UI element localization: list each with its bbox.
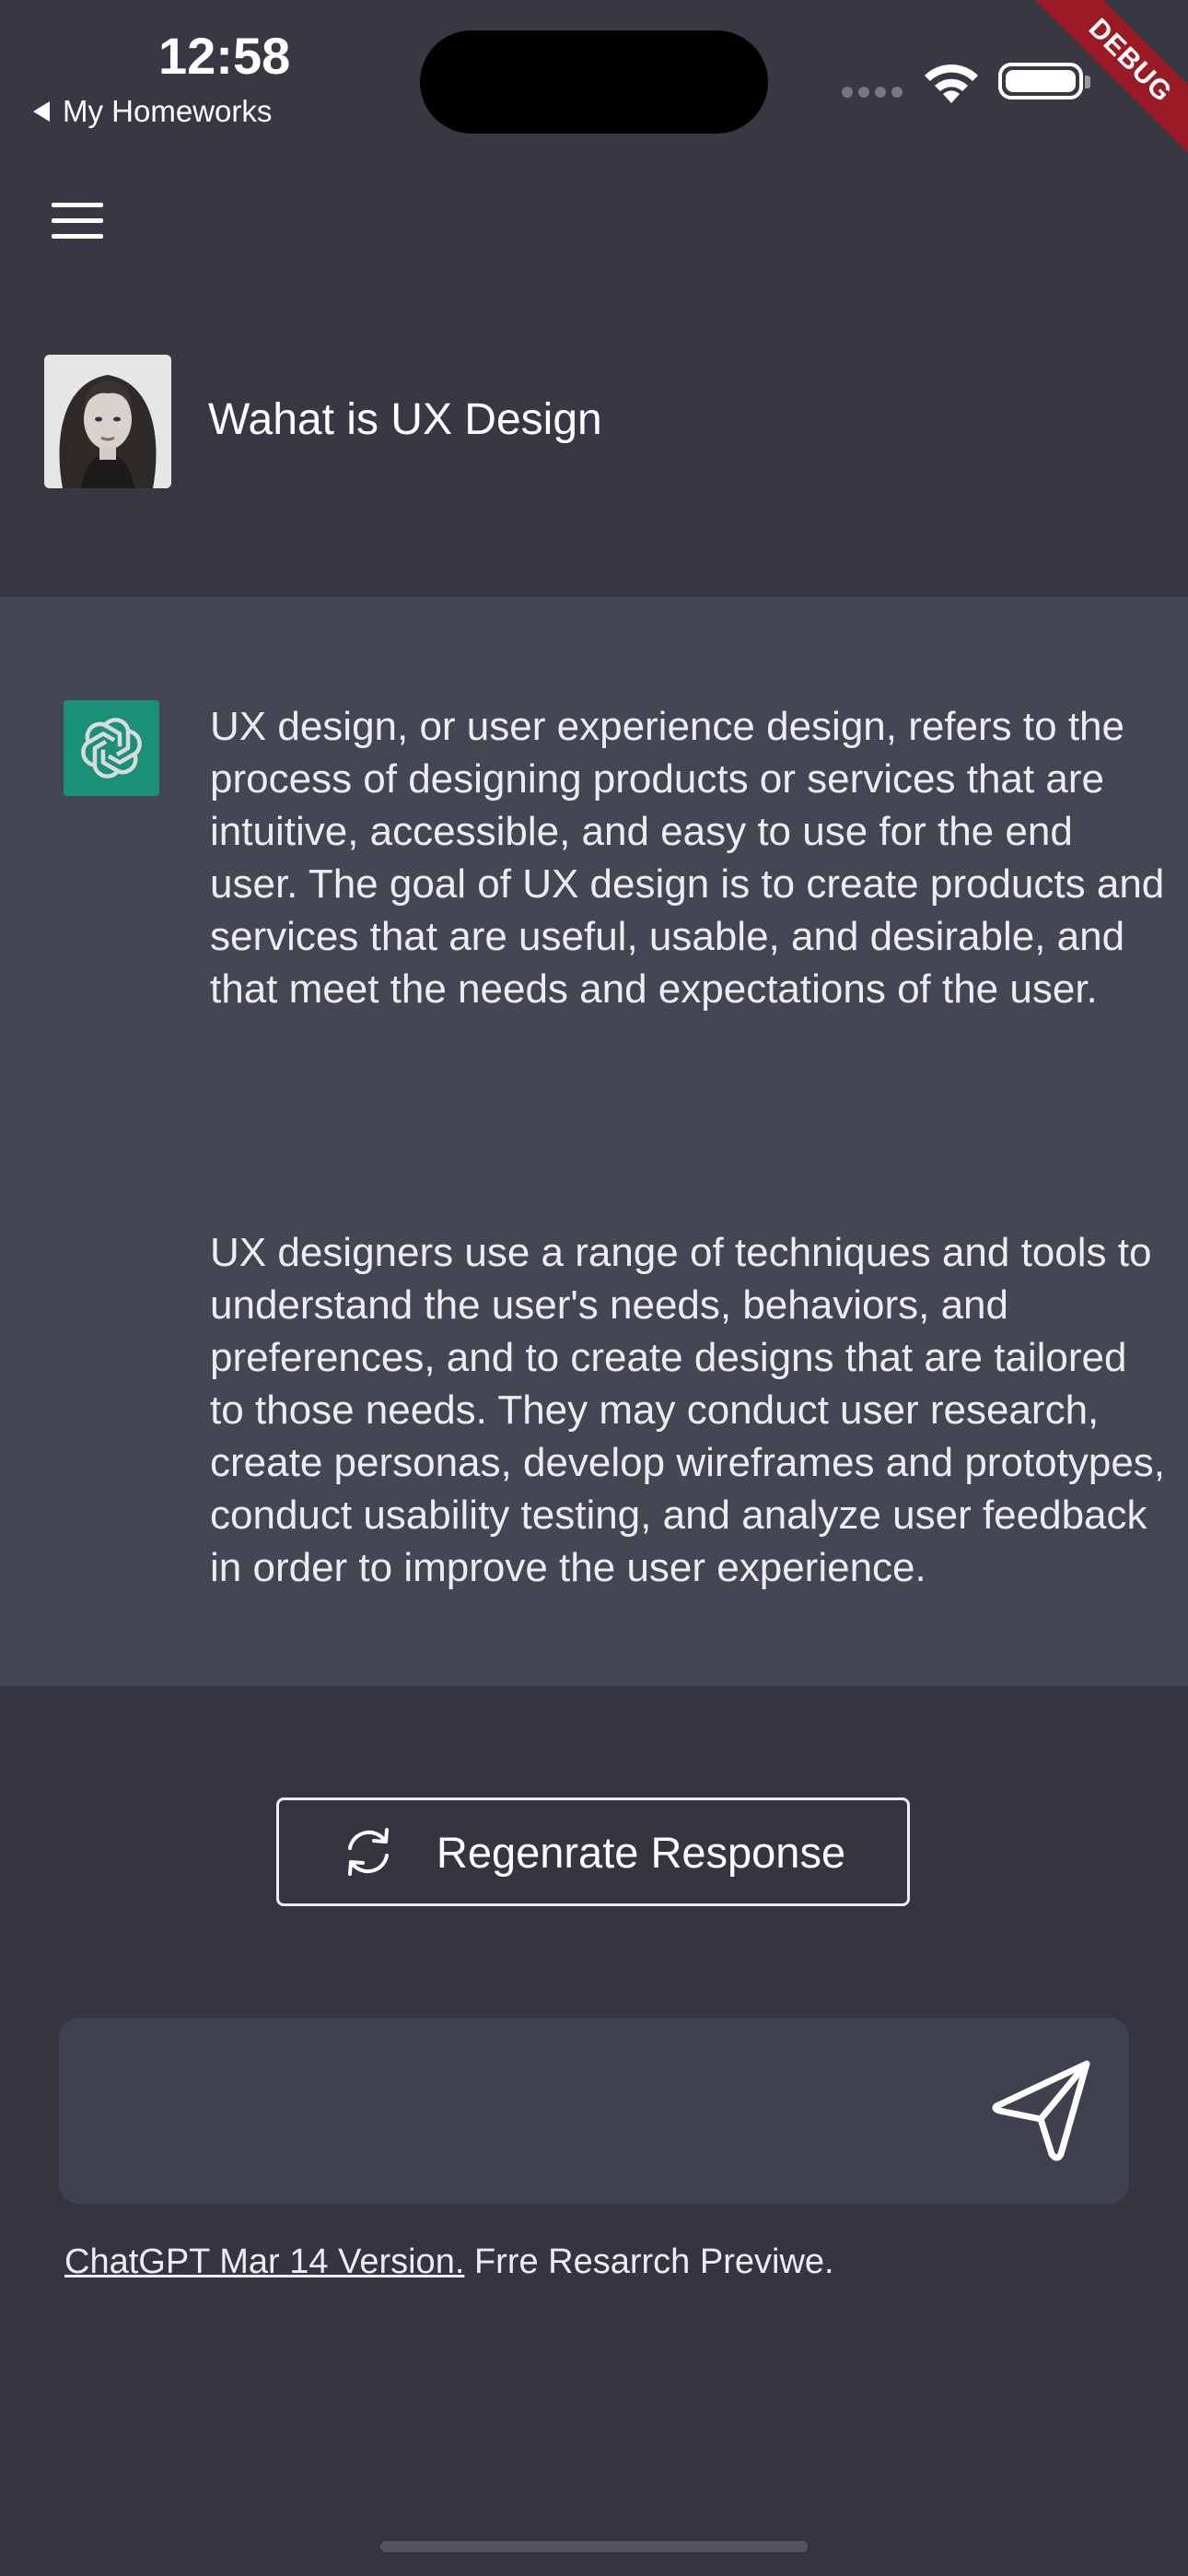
dynamic-island — [420, 30, 768, 134]
cellular-signal-icon — [842, 87, 903, 98]
regenerate-label: Regenrate Response — [436, 1827, 846, 1877]
wifi-icon — [925, 64, 978, 103]
message-input[interactable] — [92, 2018, 998, 2206]
chat-area[interactable]: UX design, or user experience design, re… — [0, 597, 1188, 1686]
status-time: 12:58 — [158, 27, 291, 85]
version-link[interactable]: ChatGPT Mar 14 Version. — [64, 2242, 464, 2281]
avatar — [44, 355, 171, 488]
back-to-app-link[interactable]: My Homeworks — [33, 94, 272, 129]
assistant-message: UX designers use a range of techniques a… — [210, 1230, 1166, 1590]
back-triangle-icon — [33, 101, 50, 122]
message-composer — [59, 2018, 1129, 2206]
debug-label: DEBUG — [1019, 0, 1188, 172]
refresh-icon — [347, 1828, 389, 1876]
send-icon[interactable] — [984, 2051, 1101, 2169]
conversation-title: Wahat is UX Design — [208, 395, 602, 444]
back-app-label: My Homeworks — [63, 94, 273, 128]
debug-banner: DEBUG — [1004, 0, 1188, 184]
openai-logo-icon — [64, 700, 159, 796]
assistant-message: UX design, or user experience design, re… — [210, 704, 1165, 1012]
footer-note: ChatGPT Mar 14 Version. Frre Resarrch Pr… — [64, 2242, 834, 2282]
status-bar: 12:58 My Homeworks DEBUG — [0, 0, 1188, 172]
regenerate-response-button[interactable]: Regenrate Response — [276, 1797, 910, 1906]
hamburger-menu-icon[interactable] — [52, 203, 103, 240]
preview-note: Frre Resarrch Previwe. — [473, 2242, 834, 2281]
home-indicator[interactable] — [380, 2541, 808, 2552]
